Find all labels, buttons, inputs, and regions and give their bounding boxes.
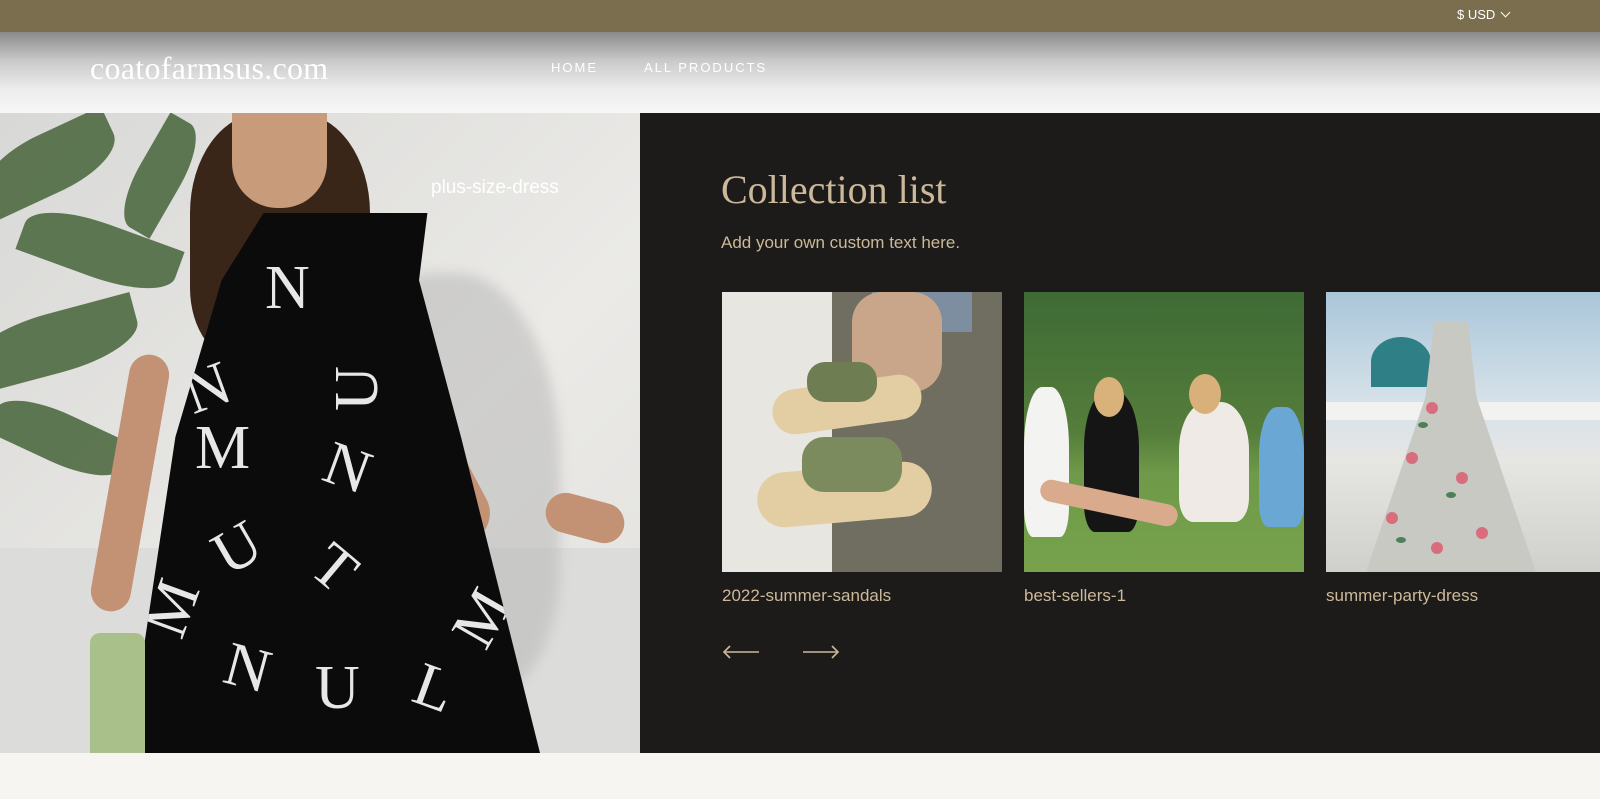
plant-leaf xyxy=(0,113,127,220)
nav-home[interactable]: HOME xyxy=(551,60,598,75)
section-description: Add your own custom text here. xyxy=(721,233,961,252)
person xyxy=(1024,387,1069,537)
chevron-down-icon xyxy=(1500,7,1511,18)
person xyxy=(1094,377,1124,417)
collection-image-best-sellers[interactable] xyxy=(1024,292,1304,572)
collection-card[interactable]: best-sellers-1 xyxy=(1024,292,1304,606)
prev-arrow-button[interactable] xyxy=(722,645,760,659)
floral-leaf xyxy=(1446,492,1456,498)
dress-print-glyph: N xyxy=(314,428,381,508)
collection-title[interactable]: best-sellers-1 xyxy=(1024,586,1304,606)
dress-print-glyph: L xyxy=(404,649,464,727)
collection-image-sandals[interactable] xyxy=(722,292,1002,572)
floral-leaf xyxy=(1418,422,1428,428)
collection-card[interactable]: 2022-summer-sandals xyxy=(722,292,1002,606)
dress-print-glyph: M xyxy=(195,414,251,482)
flower xyxy=(1406,452,1418,464)
collection-image-party-dress[interactable] xyxy=(1326,292,1600,572)
next-arrow-button[interactable] xyxy=(802,645,840,659)
dress-print-glyph: U xyxy=(322,366,391,411)
collection-title[interactable]: summer-party-dress xyxy=(1326,586,1600,606)
nav-all-products[interactable]: ALL PRODUCTS xyxy=(644,60,767,75)
sandal-strap xyxy=(807,362,877,402)
collection-card[interactable]: summer-party-dress xyxy=(1326,292,1600,606)
person xyxy=(1259,407,1304,527)
flower xyxy=(1431,542,1443,554)
model-face xyxy=(232,113,327,208)
dress-print-glyph: U xyxy=(200,507,274,589)
handbag xyxy=(90,633,145,753)
arrow-right-icon xyxy=(803,645,840,659)
collection-list-section: Collection list Add your own custom text… xyxy=(640,113,1600,753)
hero-image[interactable]: N N M N U U T M N U L M plus-size-dress xyxy=(0,113,640,753)
collection-title[interactable]: 2022-summer-sandals xyxy=(722,586,1002,606)
dress-print-glyph: T xyxy=(297,529,371,607)
section-title: Collection list xyxy=(721,167,947,212)
dress-print-glyph: N xyxy=(265,254,310,322)
site-header: coatofarmsus.com HOME ALL PRODUCTS xyxy=(0,32,1600,113)
flower xyxy=(1476,527,1488,539)
floral-leaf xyxy=(1396,537,1406,543)
main-nav: HOME ALL PRODUCTS xyxy=(551,60,767,75)
arrow-left-icon xyxy=(722,645,759,659)
dome xyxy=(1371,337,1431,387)
plant-leaf xyxy=(0,292,145,394)
rug xyxy=(722,292,832,572)
announcement-bar: $ USD xyxy=(0,0,1600,32)
flower xyxy=(1426,402,1438,414)
dress-print-glyph: U xyxy=(315,654,360,722)
site-logo[interactable]: coatofarmsus.com xyxy=(90,50,329,87)
hero-collection-link[interactable]: plus-size-dress xyxy=(431,177,559,199)
dress-print-glyph: N xyxy=(217,629,278,707)
page-background xyxy=(0,753,1600,799)
person xyxy=(1189,374,1221,414)
currency-label: $ USD xyxy=(1457,7,1496,22)
currency-selector[interactable]: $ USD xyxy=(1457,7,1511,22)
person xyxy=(1179,402,1249,522)
flower xyxy=(1386,512,1398,524)
sandal-strap xyxy=(802,437,902,492)
flower xyxy=(1456,472,1468,484)
